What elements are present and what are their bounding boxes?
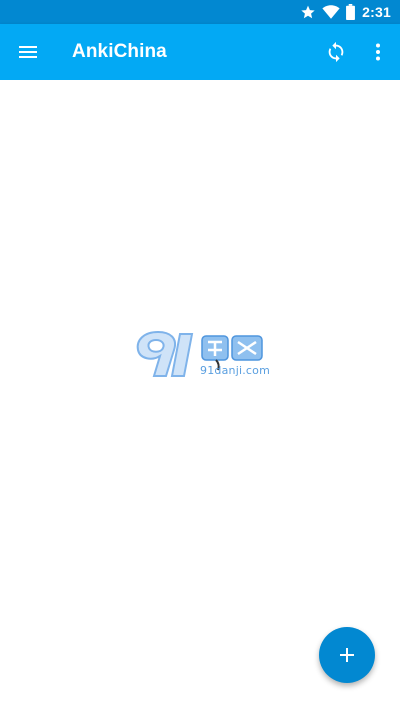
menu-button[interactable] bbox=[16, 40, 40, 64]
app-bar: AnkiChina bbox=[0, 24, 400, 80]
watermark-text: 91danji.com bbox=[200, 364, 270, 377]
more-vert-icon bbox=[376, 43, 380, 61]
menu-icon bbox=[19, 46, 37, 58]
screen: 2:31 AnkiChina 91danji.com bbox=[0, 0, 400, 711]
status-time: 2:31 bbox=[362, 4, 391, 20]
battery-icon bbox=[346, 4, 356, 20]
sync-icon bbox=[328, 41, 344, 63]
plus-icon bbox=[340, 648, 354, 662]
watermark: 91danji.com bbox=[130, 326, 270, 382]
status-bar: 2:31 bbox=[0, 0, 400, 24]
main-content bbox=[0, 80, 400, 711]
more-options-button[interactable] bbox=[366, 40, 390, 64]
star-icon bbox=[300, 4, 316, 20]
add-fab-button[interactable] bbox=[319, 627, 375, 683]
sync-button[interactable] bbox=[324, 40, 348, 64]
wifi-icon bbox=[322, 4, 340, 20]
app-title: AnkiChina bbox=[72, 41, 167, 62]
